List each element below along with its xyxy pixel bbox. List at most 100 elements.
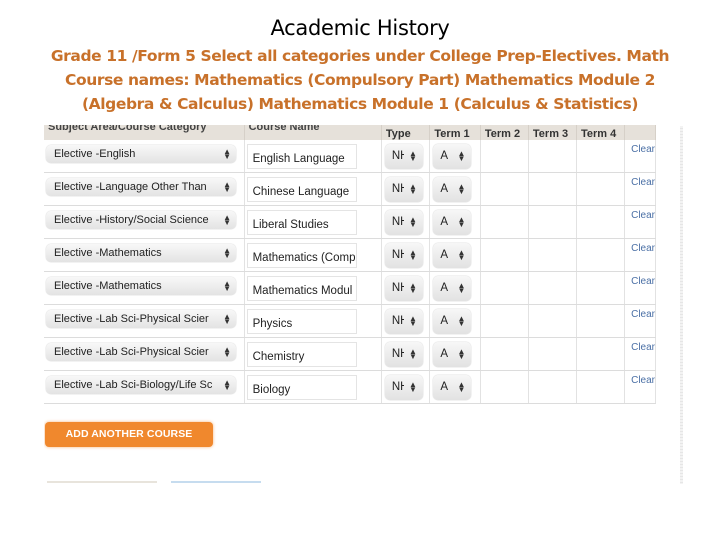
term3-cell[interactable]: [528, 238, 577, 272]
type-value: NH: [391, 216, 404, 228]
category-select[interactable]: Elective -Language Other Than ▲ ▼: [46, 178, 236, 196]
category-select[interactable]: Elective -Mathematics ▲ ▼: [46, 277, 236, 295]
term3-cell[interactable]: [528, 370, 577, 404]
clear-link[interactable]: Clear: [625, 276, 655, 301]
term1-grade-select[interactable]: A ▲ ▼: [433, 374, 472, 400]
term4-cell[interactable]: [576, 370, 626, 404]
actions-cell: Clear: [624, 172, 656, 206]
category-select[interactable]: Elective -Lab Sci-Physical Scier ▲ ▼: [46, 343, 236, 361]
updown-arrows-icon: ▲ ▼: [457, 248, 466, 262]
term2-cell[interactable]: [480, 238, 529, 272]
term1-value: A: [440, 150, 449, 162]
course-cell: Mathematics (Comp: [244, 238, 382, 272]
course-cell: Chemistry: [244, 337, 382, 371]
term1-grade-select[interactable]: A ▲ ▼: [433, 143, 472, 169]
actions-cell: Clear: [624, 337, 656, 371]
category-select[interactable]: Elective -Lab Sci-Biology/Life Sc ▲ ▼: [46, 376, 236, 394]
category-cell: Elective -Mathematics ▲ ▼: [44, 238, 245, 272]
course-name-input[interactable]: Biology: [246, 374, 357, 400]
term4-cell[interactable]: [576, 140, 626, 173]
term2-cell[interactable]: [480, 337, 529, 371]
type-select[interactable]: NH ▲▼: [384, 341, 423, 367]
term3-cell[interactable]: [528, 304, 577, 338]
term1-value: A: [440, 183, 449, 195]
clear-link[interactable]: Clear: [625, 144, 655, 169]
term2-cell[interactable]: [480, 140, 529, 173]
category-cell: Elective -English ▲ ▼: [44, 140, 245, 173]
term4-cell[interactable]: [576, 337, 626, 371]
clear-link[interactable]: Clear: [625, 243, 655, 268]
table-row: Elective -English ▲▼ English Language NH…: [44, 140, 656, 173]
term4-cell[interactable]: [576, 271, 626, 305]
type-select[interactable]: NH ▲▼: [384, 275, 423, 301]
term2-cell[interactable]: [480, 304, 529, 338]
term2-cell[interactable]: [480, 172, 529, 206]
clear-link[interactable]: Clear: [625, 210, 655, 235]
clear-link[interactable]: Clear: [625, 309, 655, 334]
type-select[interactable]: NH ▲▼: [384, 176, 423, 202]
type-value: NH: [391, 348, 404, 360]
term3-cell[interactable]: [528, 205, 577, 239]
type-value: NH: [391, 381, 404, 393]
clear-link[interactable]: Clear: [625, 342, 655, 367]
cancel-button-partial[interactable]: [47, 481, 157, 483]
scrollbar[interactable]: [680, 126, 683, 484]
term4-cell[interactable]: [576, 238, 626, 272]
type-cell: NH ▲▼: [381, 205, 431, 239]
term1-grade-select[interactable]: A ▲ ▼: [433, 176, 472, 202]
type-select[interactable]: NH ▲▼: [384, 143, 423, 169]
category-cell: Elective -Mathematics ▲ ▼: [44, 271, 245, 305]
term1-value: A: [440, 282, 449, 294]
category-value: Elective -Mathematics: [54, 247, 162, 259]
clear-link[interactable]: Clear: [625, 375, 655, 400]
table-row: Elective -Mathematics ▲ ▼ Mathematics (Co…: [44, 238, 656, 272]
term1-grade-select[interactable]: A ▲ ▼: [433, 275, 472, 301]
type-select[interactable]: NH ▲▼: [384, 374, 423, 400]
term4-cell[interactable]: [576, 172, 626, 206]
course-cell: Mathematics Modul: [244, 271, 382, 305]
updown-arrows-icon: ▲ ▼: [408, 380, 417, 394]
category-select[interactable]: Elective -Mathematics ▲ ▼: [46, 244, 236, 262]
term2-cell[interactable]: [480, 370, 529, 404]
table-row: Elective -History/Social Science ▲ ▼ Libe…: [44, 205, 656, 239]
course-name-input[interactable]: English Language: [246, 143, 357, 169]
add-another-course-button[interactable]: ADD ANOTHER COURSE: [45, 422, 213, 447]
type-select[interactable]: NH ▲▼: [384, 209, 423, 235]
term1-grade-select[interactable]: A ▲ ▼: [433, 209, 472, 235]
term3-cell[interactable]: [528, 140, 577, 173]
category-select[interactable]: Elective -English ▲ ▼: [46, 145, 236, 163]
category-select[interactable]: Elective -History/Social Science ▲ ▼: [46, 211, 236, 229]
term1-cell: A ▲ ▼: [429, 205, 481, 239]
category-value: Elective -Language Other Than: [54, 181, 207, 193]
type-select[interactable]: NH ▲▼: [384, 242, 423, 268]
course-name-input[interactable]: Chinese Language: [246, 176, 357, 202]
course-cell: Biology: [244, 370, 382, 404]
term1-grade-select[interactable]: A ▲ ▼: [433, 308, 472, 334]
term4-cell[interactable]: [576, 205, 626, 239]
course-name-input[interactable]: Mathematics (Comp: [246, 242, 357, 268]
clear-link[interactable]: Clear: [625, 177, 655, 202]
course-name-input[interactable]: Chemistry: [246, 341, 357, 367]
type-select[interactable]: NH ▲▼: [384, 308, 423, 334]
term2-cell[interactable]: [480, 271, 529, 305]
term3-cell[interactable]: [528, 271, 577, 305]
course-name-input[interactable]: Mathematics Modul: [246, 275, 357, 301]
course-cell: Liberal Studies: [244, 205, 382, 239]
type-value: NH: [391, 282, 404, 294]
course-name-input[interactable]: Physics: [246, 308, 357, 334]
term1-value: A: [440, 216, 449, 228]
course-table: Subject Area/Course Category Course Name…: [44, 125, 656, 404]
course-name-input[interactable]: Liberal Studies: [246, 209, 357, 235]
term4-cell[interactable]: [576, 304, 626, 338]
save-button-partial[interactable]: [171, 481, 261, 483]
term2-cell[interactable]: [480, 205, 529, 239]
category-cell: Elective -Lab Sci-Physical Scier ▲ ▼: [44, 337, 245, 371]
term3-cell[interactable]: [528, 337, 577, 371]
type-cell: NH ▲▼: [381, 337, 431, 371]
term1-grade-select[interactable]: A ▲ ▼: [433, 341, 472, 367]
academic-history-form: Subject Area/Course Category Course Name…: [44, 125, 656, 485]
category-select[interactable]: Elective -Lab Sci-Physical Scier ▲ ▼: [46, 310, 236, 328]
term1-grade-select[interactable]: A ▲ ▼: [433, 242, 472, 268]
term3-cell[interactable]: [528, 172, 577, 206]
term1-cell: A ▲ ▼: [429, 370, 481, 404]
